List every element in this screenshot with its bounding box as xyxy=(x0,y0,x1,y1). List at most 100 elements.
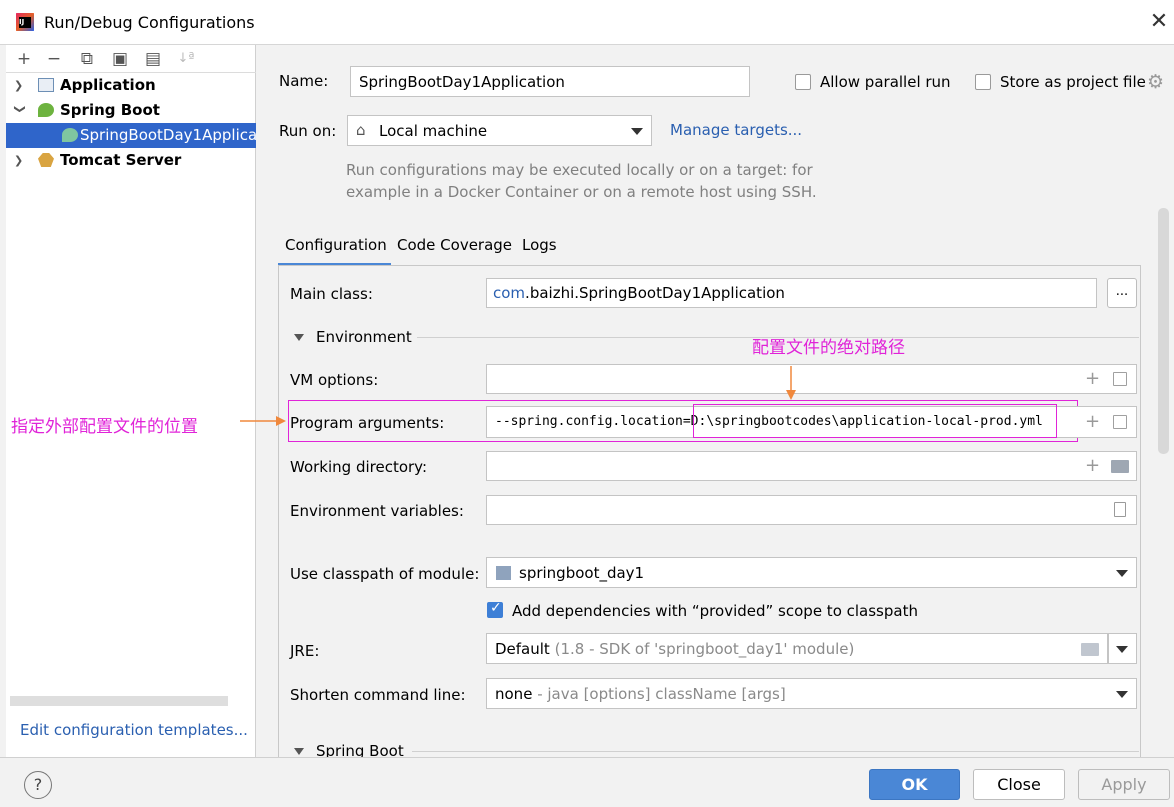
folder-icon[interactable] xyxy=(1081,643,1099,656)
environment-variables-label: Environment variables: xyxy=(290,502,464,520)
folder-icon[interactable] xyxy=(1111,460,1129,473)
classpath-module-label: Use classpath of module: xyxy=(290,565,480,583)
sort-icon[interactable]: ↓ª xyxy=(176,49,196,69)
intellij-app-icon xyxy=(16,13,34,31)
working-directory-label: Working directory: xyxy=(290,458,428,476)
close-icon[interactable]: ✕ xyxy=(1148,10,1170,34)
tree-item-label: Tomcat Server xyxy=(60,151,182,169)
spring-boot-icon xyxy=(38,103,54,117)
store-as-project-file-label: Store as project file xyxy=(1000,73,1146,91)
tree-item-label: Spring Boot xyxy=(60,101,160,119)
section-divider xyxy=(412,751,1139,752)
config-path-highlight xyxy=(693,404,1057,438)
ok-button[interactable]: OK xyxy=(869,769,960,800)
jre-hint: (1.8 - SDK of 'springboot_day1' module) xyxy=(554,640,855,658)
add-icon[interactable]: + xyxy=(1085,457,1100,475)
store-as-project-file-checkbox[interactable] xyxy=(975,74,991,90)
vm-options-label: VM options: xyxy=(290,371,379,389)
allow-parallel-run-checkbox[interactable] xyxy=(795,74,811,90)
spring-boot-run-icon xyxy=(62,128,78,142)
application-icon xyxy=(38,78,54,92)
title-bar: Run/Debug Configurations ✕ xyxy=(0,0,1174,45)
chevron-right-icon[interactable]: ❯ xyxy=(14,73,26,98)
shorten-command-line-select[interactable]: none - java [options] className [args] xyxy=(486,678,1137,709)
working-directory-input[interactable]: + xyxy=(486,451,1137,481)
name-input[interactable]: SpringBootDay1Application xyxy=(350,66,750,97)
main-class-label: Main class: xyxy=(290,285,373,303)
add-icon[interactable]: + xyxy=(1085,413,1100,431)
tab-label: Configuration xyxy=(285,236,387,254)
tree-item-label: Application xyxy=(60,76,156,94)
dropdown-arrow-icon xyxy=(631,128,643,135)
expand-icon[interactable] xyxy=(1113,415,1127,429)
tab-logs[interactable]: Logs xyxy=(522,236,557,254)
manage-targets-link[interactable]: Manage targets... xyxy=(670,121,802,139)
vm-options-input[interactable]: + xyxy=(486,364,1137,394)
close-button[interactable]: Close xyxy=(973,769,1065,800)
home-icon: ⌂ xyxy=(356,121,366,139)
dropdown-arrow-icon xyxy=(1116,691,1128,698)
main-class-package: com xyxy=(493,284,526,302)
main-class-name: .baizhi.SpringBootDay1Application xyxy=(525,284,785,302)
classpath-module-value: springboot_day1 xyxy=(519,564,645,582)
copy-icon[interactable]: ⧉ xyxy=(77,49,97,69)
configuration-panel: Main class: com.baizhi.SpringBootDay1App… xyxy=(278,265,1141,760)
program-arguments-label: Program arguments: xyxy=(290,414,445,432)
edit-configuration-templates-link[interactable]: Edit configuration templates... xyxy=(20,721,248,739)
horizontal-scrollbar[interactable] xyxy=(10,696,228,706)
add-icon[interactable]: + xyxy=(1085,370,1100,388)
tree-item-application[interactable]: ❯ Application xyxy=(6,73,256,98)
run-on-value: Local machine xyxy=(379,122,488,140)
tomcat-icon xyxy=(38,153,54,167)
allow-parallel-run-label: Allow parallel run xyxy=(820,73,951,91)
apply-button[interactable]: Apply xyxy=(1078,769,1170,800)
dropdown-arrow-icon xyxy=(1116,570,1128,577)
collapse-environment-icon[interactable] xyxy=(294,334,304,341)
tab-configuration[interactable]: Configuration xyxy=(285,236,387,254)
collapse-spring-boot-icon[interactable] xyxy=(294,748,304,755)
add-icon[interactable]: + xyxy=(14,49,34,69)
configuration-editor: Name: SpringBootDay1Application Allow pa… xyxy=(257,45,1174,760)
tree-toolbar: + − ⧉ ▣ ▤ ↓ª xyxy=(6,45,256,73)
expand-icon[interactable] xyxy=(1113,372,1127,386)
save-icon[interactable]: ▣ xyxy=(110,49,130,69)
jre-dropdown-button[interactable] xyxy=(1108,633,1137,664)
chevron-right-icon[interactable]: ❯ xyxy=(14,148,26,173)
top-annotation-arrow xyxy=(786,366,796,400)
browse-main-class-button[interactable]: ... xyxy=(1107,278,1137,308)
edit-variables-icon[interactable] xyxy=(1114,502,1126,517)
program-arguments-prefix: --spring.config.location= xyxy=(495,414,691,429)
shorten-value: none xyxy=(495,685,533,703)
chevron-down-icon[interactable]: ❯ xyxy=(8,105,33,117)
tree-item-spring-boot[interactable]: ❯ Spring Boot xyxy=(6,98,256,123)
top-annotation: 配置文件的绝对路径 xyxy=(752,338,905,358)
dropdown-arrow-icon xyxy=(1116,646,1128,653)
environment-section-label[interactable]: Environment xyxy=(316,328,412,346)
main-class-input[interactable]: com.baizhi.SpringBootDay1Application xyxy=(486,278,1097,308)
tab-label: Logs xyxy=(522,236,557,254)
shorten-command-line-label: Shorten command line: xyxy=(290,686,466,704)
name-value: SpringBootDay1Application xyxy=(359,73,565,91)
vertical-scrollbar[interactable] xyxy=(1158,208,1169,454)
jre-label: JRE: xyxy=(290,642,320,660)
run-on-hint-line1: Run configurations may be executed local… xyxy=(346,161,813,179)
tree-item-springbootday1application[interactable]: SpringBootDay1Applica xyxy=(6,123,256,148)
run-on-hint-line2: example in a Docker Container or on a re… xyxy=(346,183,817,201)
classpath-module-select[interactable]: springboot_day1 xyxy=(486,557,1137,588)
jre-value: Default xyxy=(495,640,550,658)
jre-select[interactable]: Default (1.8 - SDK of 'springboot_day1' … xyxy=(486,633,1108,664)
tab-label: Code Coverage xyxy=(397,236,513,254)
tree-item-label: SpringBootDay1Applica xyxy=(80,126,256,144)
environment-variables-input[interactable] xyxy=(486,495,1137,525)
tree-item-tomcat-server[interactable]: ❯ Tomcat Server xyxy=(6,148,256,173)
run-debug-dialog: Run/Debug Configurations ✕ + − ⧉ ▣ ▤ ↓ª … xyxy=(0,0,1174,807)
configurations-tree-pane: + − ⧉ ▣ ▤ ↓ª ❯ Application ❯ Spring Boot… xyxy=(6,45,256,757)
gear-icon[interactable]: ⚙ xyxy=(1147,71,1164,93)
new-folder-icon[interactable]: ▤ xyxy=(143,49,163,69)
run-on-select[interactable]: ⌂ Local machine xyxy=(347,115,652,146)
left-annotation-arrow xyxy=(240,416,286,426)
tab-code-coverage[interactable]: Code Coverage xyxy=(397,236,512,254)
add-provided-dependencies-checkbox[interactable] xyxy=(487,600,503,618)
remove-icon[interactable]: − xyxy=(44,49,64,69)
help-icon[interactable]: ? xyxy=(24,771,52,799)
